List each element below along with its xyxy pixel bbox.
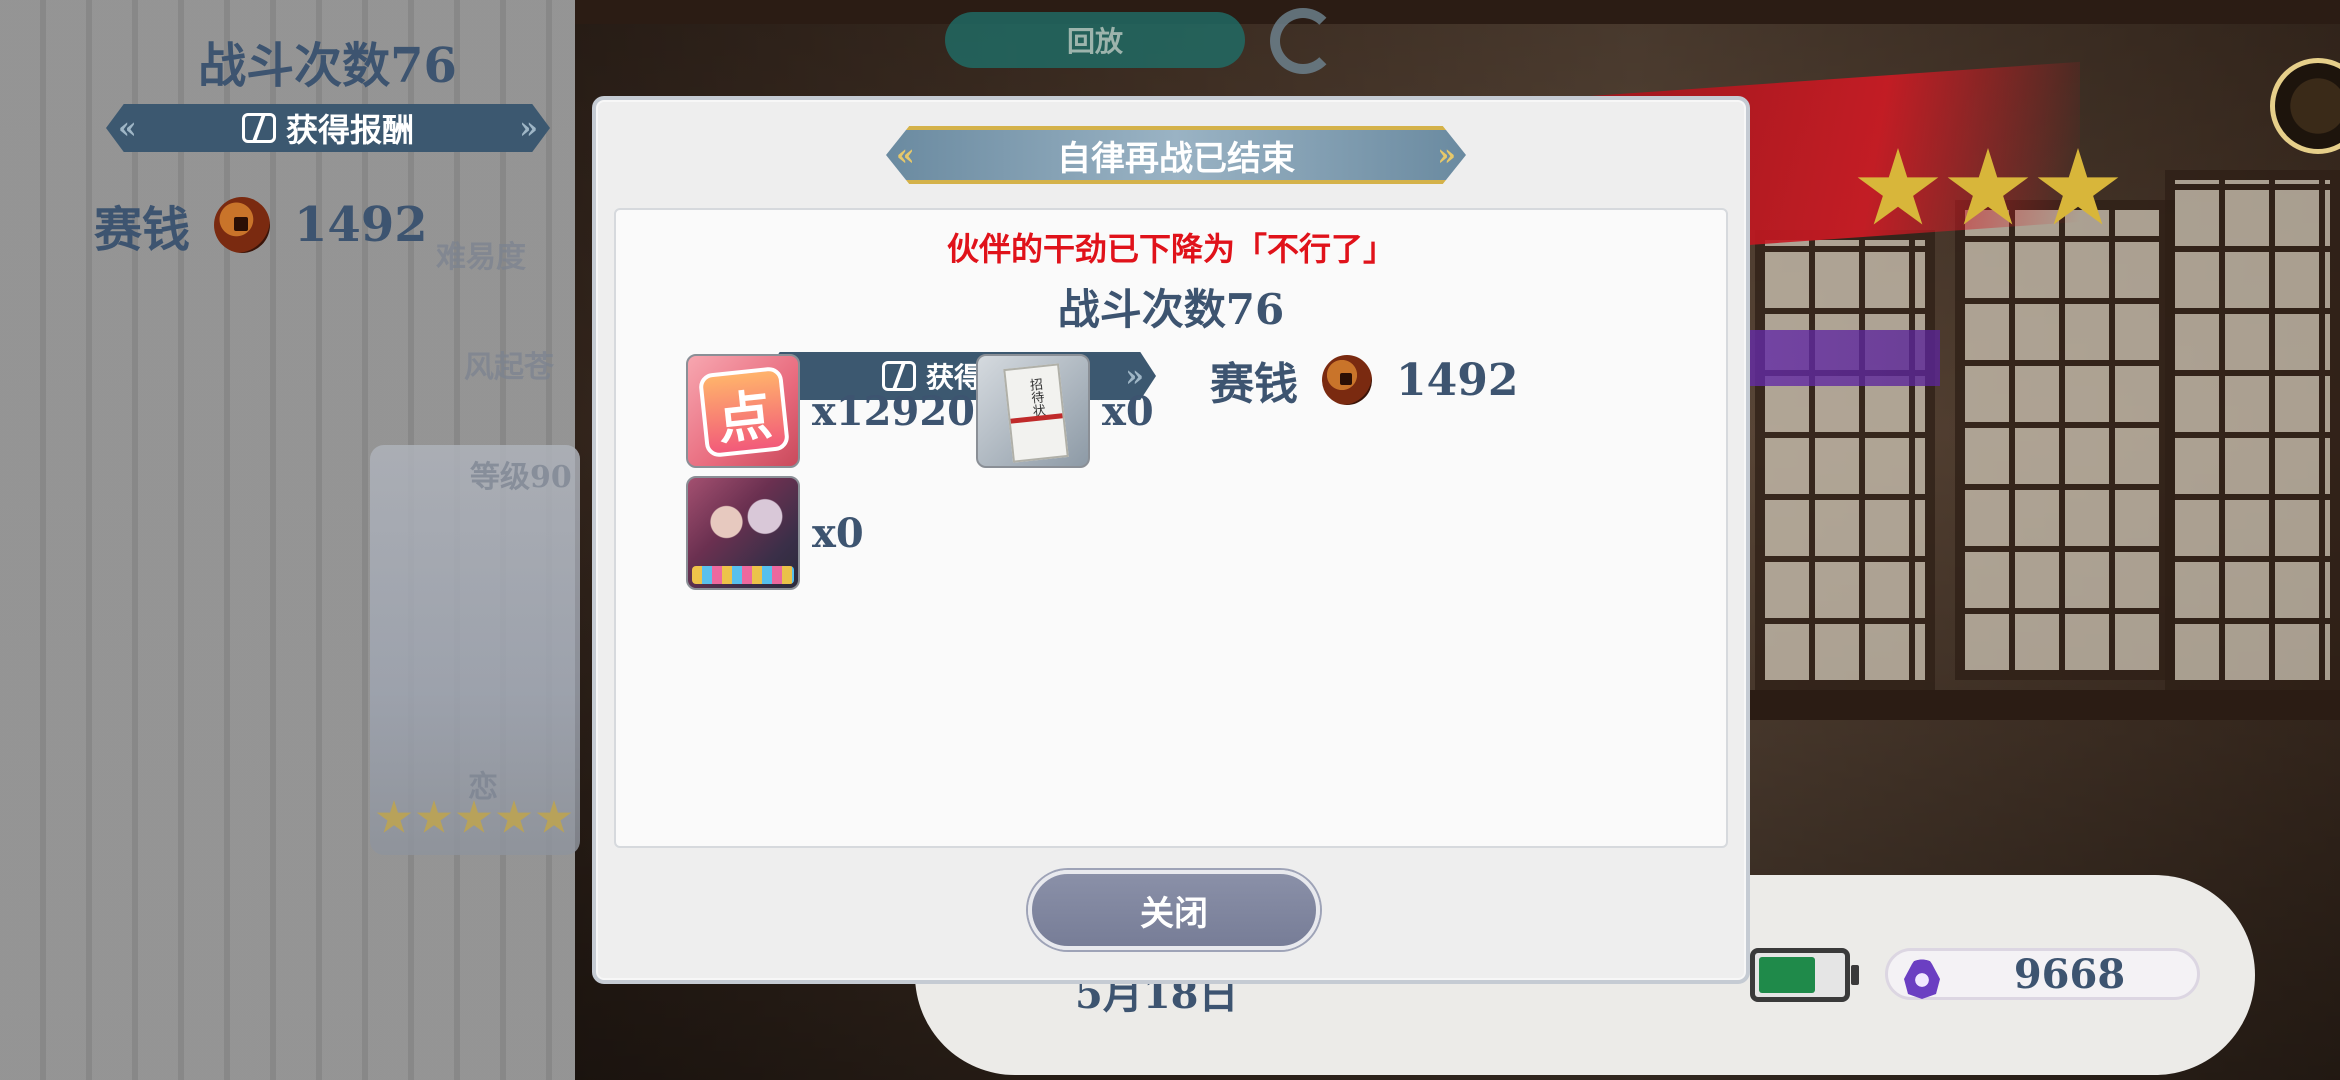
card-stars <box>376 800 572 836</box>
gift-icon <box>241 113 276 143</box>
currency-pill: 9668 <box>1885 948 2200 1000</box>
coins-value: 1492 <box>294 197 428 253</box>
star-icon <box>376 800 412 833</box>
spirit-flame-icon <box>1904 949 1940 999</box>
chevron-left-icon: « <box>118 110 137 146</box>
coin-icon <box>214 197 271 253</box>
star-icon <box>416 800 452 833</box>
reward-banner: « 获得报酬 » <box>106 104 550 152</box>
result-content: 伙伴的干劲已下降为「不行了」 战斗次数76 « 获得报酬 » 赛钱 1492 点… <box>614 208 1728 848</box>
star-icon <box>456 800 492 833</box>
coins-label: 赛钱 <box>94 202 191 258</box>
reward-item: 点 x12920 <box>686 354 975 468</box>
currency-value: 9668 <box>2013 950 2126 998</box>
item-amount: x0 <box>812 509 864 557</box>
auto-battle-result-dialog: « 自律再战已结束 » 伙伴的干劲已下降为「不行了」 战斗次数76 « 获得报酬… <box>592 96 1750 984</box>
coins-row: 赛钱 1492 <box>94 190 428 260</box>
star-icon <box>496 800 532 833</box>
chevron-left-icon: « <box>896 137 915 173</box>
points-icon[interactable]: 点 <box>686 354 800 468</box>
item-amount: x0 <box>1102 387 1154 435</box>
dialog-title-banner: « 自律再战已结束 » <box>886 126 1466 184</box>
shoji-panel <box>2165 170 2340 690</box>
reward-item: x0 <box>686 476 864 590</box>
star-icon <box>536 800 572 833</box>
stage-label: 风起苍 <box>464 350 554 385</box>
chevron-right-icon: » <box>519 110 538 146</box>
motivation-warning: 伙伴的干劲已下降为「不行了」 <box>946 230 1395 268</box>
reward-item: 招待状 x0 <box>976 354 1154 468</box>
battle-count: 战斗次数76 <box>198 38 457 94</box>
character-card-icon[interactable] <box>686 476 800 590</box>
level-label: 等级90 <box>470 460 572 495</box>
coins-label: 赛钱 <box>1210 359 1298 410</box>
invitation-icon[interactable]: 招待状 <box>976 354 1090 468</box>
chevron-right-icon: » <box>1437 137 1456 173</box>
shoji-panel <box>1955 200 2175 680</box>
coin-icon <box>1322 355 1372 405</box>
reward-label: 获得报酬 <box>285 111 414 149</box>
battle-count: 战斗次数76 <box>1057 285 1285 334</box>
ceiling-beam <box>575 0 2340 24</box>
floor-beam <box>1735 690 2340 720</box>
battery-icon <box>1750 948 1859 1002</box>
difficulty-label: 难易度 <box>436 240 526 275</box>
coins-row: 赛钱 1492 <box>1210 348 1518 412</box>
replay-button[interactable]: 回放 <box>945 12 1245 68</box>
dialog-title: 自律再战已结束 <box>1057 138 1295 179</box>
item-amount: x12920 <box>812 387 976 435</box>
close-button[interactable]: 关闭 <box>1028 870 1320 950</box>
refresh-icon[interactable] <box>1270 8 1336 74</box>
shoji-panel <box>1755 230 1935 690</box>
coins-value: 1492 <box>1396 354 1519 406</box>
